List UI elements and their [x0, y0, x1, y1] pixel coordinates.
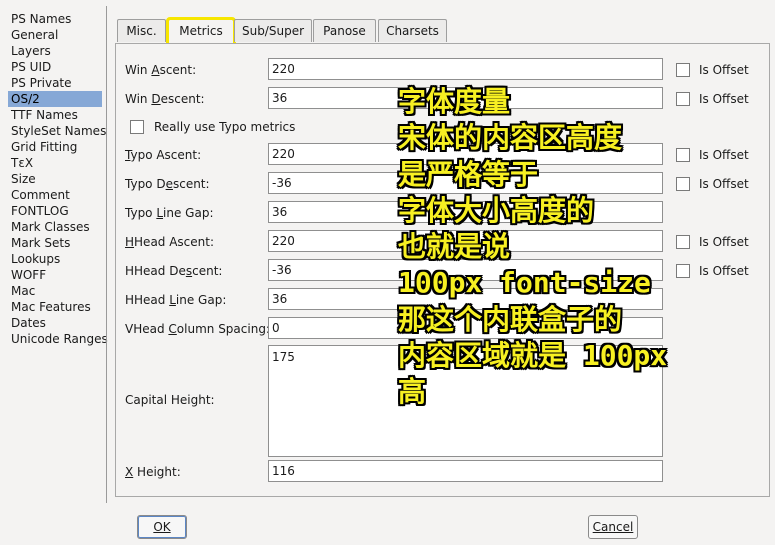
annotation-line: 100px font-size — [398, 266, 651, 300]
annotation-line: 也就是说 — [398, 230, 511, 264]
sidebar-item-mark-classes[interactable]: Mark Classes — [8, 219, 102, 235]
annotation-overlay: 字体度量 宋体的内容区高度 是严格等于 字体大小高度的 也就是说 100px font-s… — [398, 84, 758, 411]
typo-ascent-label: Typo Ascent: — [125, 148, 202, 162]
sidebar-item-t-x[interactable]: TεX — [8, 155, 102, 171]
sidebar-item-comment[interactable]: Comment — [8, 187, 102, 203]
sidebar-item-mac-features[interactable]: Mac Features — [8, 299, 102, 315]
really-use-typo-checkbox[interactable] — [130, 120, 144, 134]
hhead-descent-label: HHead Descent: — [125, 264, 223, 278]
really-use-typo-label: Really use Typo metrics — [154, 120, 296, 134]
tab-charsets[interactable]: Charsets — [378, 19, 447, 42]
sidebar-item-mac[interactable]: Mac — [8, 283, 102, 299]
sidebar: PS Names General Layers PS UID PS Private OS/… — [8, 11, 108, 347]
tab-misc[interactable]: Misc. — [117, 19, 166, 42]
annotation-line: 字体大小高度的 — [398, 193, 595, 227]
annotation-line: 字体度量 — [398, 85, 511, 118]
annotation-line: 是严格等于 — [398, 157, 539, 191]
sidebar-item-styleset-names[interactable]: StyleSet Names — [8, 123, 106, 139]
tab-metrics[interactable]: Metrics — [166, 17, 236, 46]
sidebar-item-ps-names[interactable]: PS Names — [8, 11, 102, 27]
win-ascent-field[interactable]: 220 — [268, 58, 663, 80]
hhead-ascent-label: HHead Ascent: — [125, 235, 215, 249]
sidebar-item-woff[interactable]: WOFF — [8, 267, 102, 283]
sidebar-item-size[interactable]: Size — [8, 171, 102, 187]
sidebar-divider — [106, 6, 107, 503]
vhead-column-spacing-label: VHead Column Spacing: — [125, 322, 270, 336]
sidebar-item-grid-fitting[interactable]: Grid Fitting — [8, 139, 102, 155]
sidebar-item-general[interactable]: General — [8, 27, 102, 43]
win-ascent-offset-label: Is Offset — [699, 63, 749, 77]
win-ascent-label: Win Ascent: — [125, 63, 197, 77]
typo-line-gap-label: Typo Line Gap: — [125, 206, 214, 220]
sidebar-item-ps-private[interactable]: PS Private — [8, 75, 102, 91]
typo-descent-label: Typo Descent: — [125, 177, 210, 191]
hhead-line-gap-label: HHead Line Gap: — [125, 293, 227, 307]
win-descent-label: Win Descent: — [125, 92, 205, 106]
win-ascent-offset-checkbox[interactable] — [676, 63, 690, 77]
x-height-label: X Height: — [125, 465, 181, 479]
sidebar-item-lookups[interactable]: Lookups — [8, 251, 102, 267]
annotation-line: 内容区域就是 100px — [398, 339, 668, 373]
annotation-line: 那这个内联盒子的 — [398, 302, 623, 336]
annotation-line: 高 — [398, 375, 427, 409]
ok-button[interactable]: OK — [137, 515, 187, 539]
sidebar-item-os-2[interactable]: OS/2 — [8, 91, 102, 107]
sidebar-item-unicode-ranges[interactable]: Unicode Ranges — [8, 331, 108, 347]
sidebar-item-ps-uid[interactable]: PS UID — [8, 59, 102, 75]
sidebar-item-dates[interactable]: Dates — [8, 315, 102, 331]
sidebar-item-ttf-names[interactable]: TTF Names — [8, 107, 102, 123]
sidebar-item-layers[interactable]: Layers — [8, 43, 102, 59]
annotation-line: 宋体的内容区高度 — [398, 121, 623, 155]
x-height-field[interactable]: 116 — [268, 460, 663, 482]
sidebar-item-mark-sets[interactable]: Mark Sets — [8, 235, 102, 251]
tab-sub-super[interactable]: Sub/Super — [234, 19, 312, 42]
sidebar-item-fontlog[interactable]: FONTLOG — [8, 203, 102, 219]
cancel-button[interactable]: Cancel — [588, 515, 638, 539]
capital-height-label: Capital Height: — [125, 393, 215, 407]
tab-panose[interactable]: Panose — [313, 19, 376, 42]
